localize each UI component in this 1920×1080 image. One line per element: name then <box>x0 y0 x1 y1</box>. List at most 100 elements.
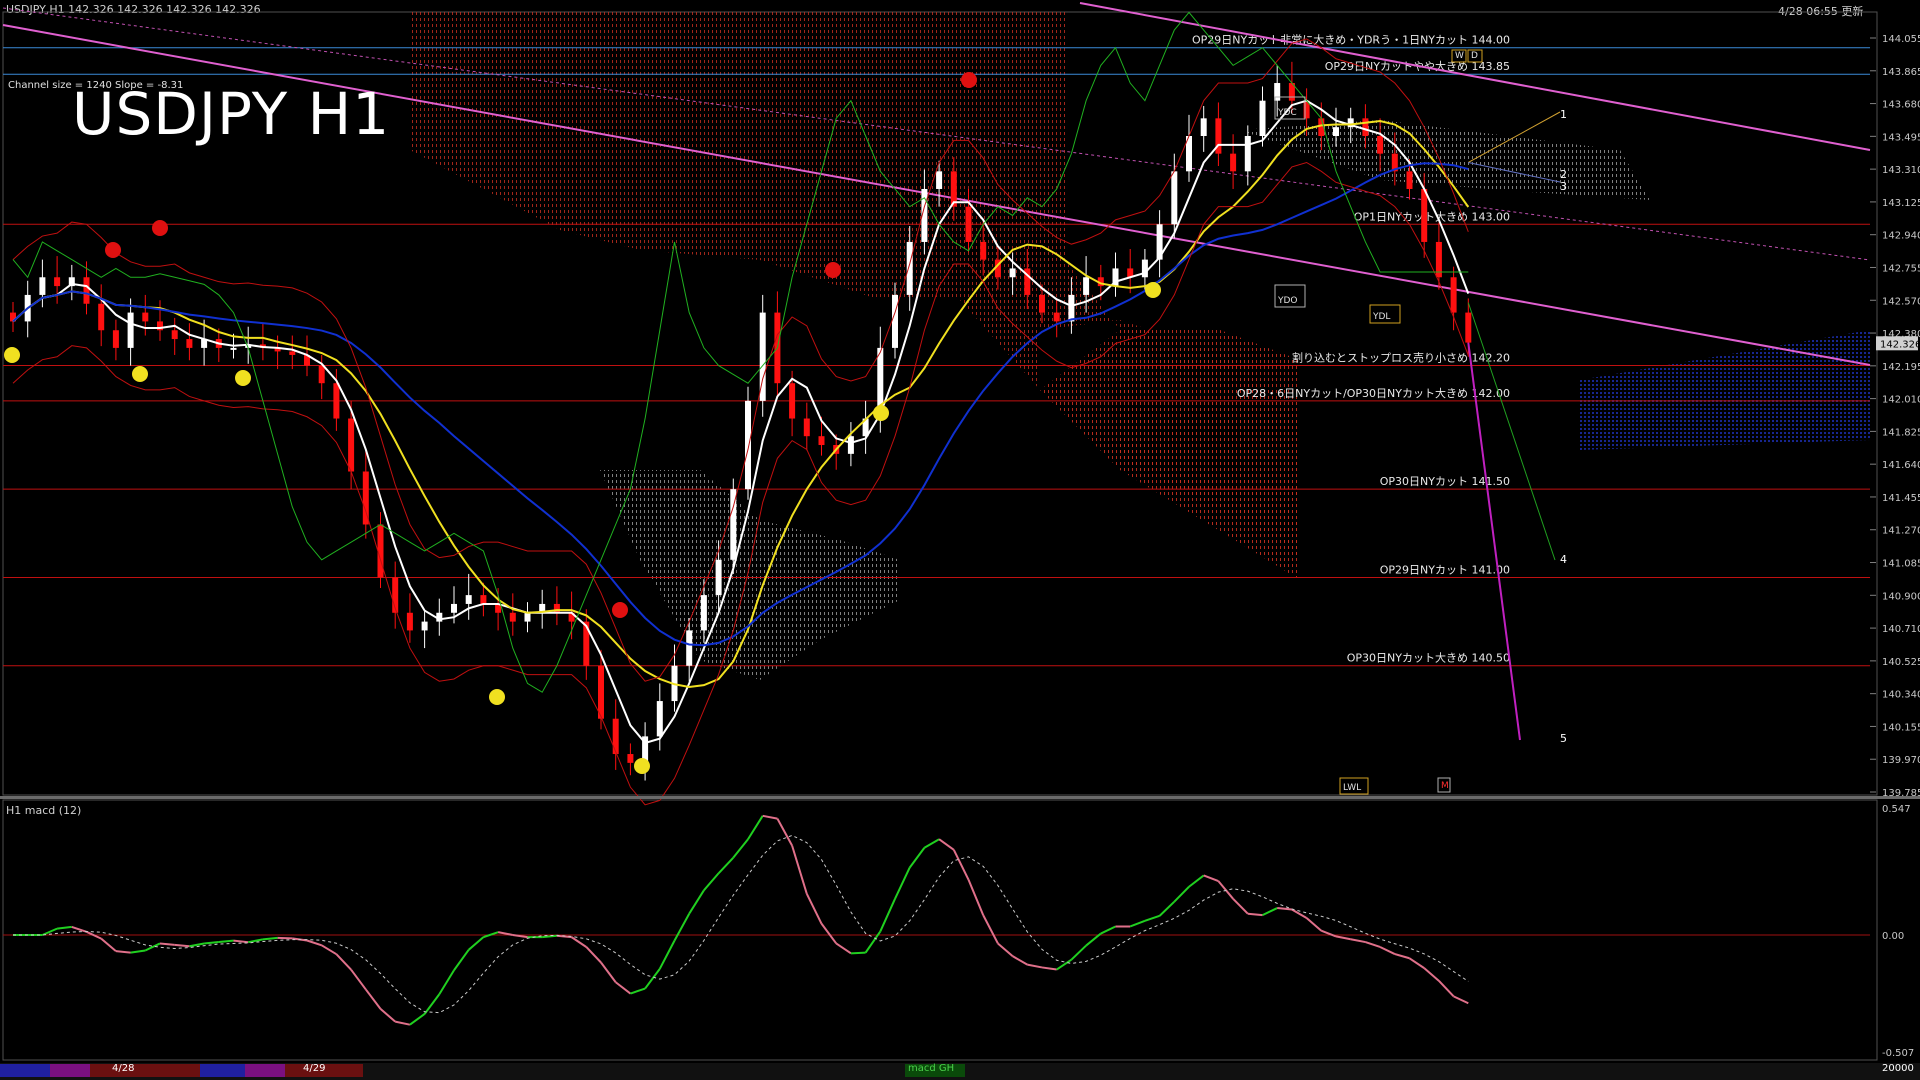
candle-body <box>1171 171 1178 225</box>
candle-body <box>847 436 854 454</box>
macd-line-segment <box>1012 955 1028 966</box>
period-segment[interactable] <box>0 1064 50 1077</box>
price-tick-label: 141.640 <box>1882 460 1920 471</box>
candle-body <box>230 347 237 350</box>
candle-body <box>1259 100 1266 137</box>
candle-body <box>465 595 472 604</box>
price-tick-label: 139.970 <box>1882 755 1920 766</box>
macd-line-segment <box>233 939 249 944</box>
current-price-label: 142.326 <box>1880 339 1920 350</box>
candle-body <box>112 330 119 348</box>
candle-body <box>818 436 825 446</box>
macd-line-segment <box>71 925 87 933</box>
period-segment[interactable] <box>335 1064 363 1077</box>
macd-line-segment <box>1350 938 1366 944</box>
macd-line-segment <box>1277 907 1292 911</box>
macd-line-segment <box>350 969 367 991</box>
macd-line-segment <box>776 818 793 847</box>
candle-body <box>553 603 560 613</box>
macd-line-segment <box>542 934 557 939</box>
macd-line-segment <box>1262 907 1278 917</box>
macd-line-segment <box>1438 980 1455 998</box>
macd-line-segment <box>732 838 749 859</box>
buy-signal-marker <box>4 347 20 363</box>
bottom-right-value: 20000 <box>1882 1063 1914 1074</box>
price-tick-label: 143.125 <box>1882 198 1920 209</box>
macd-line-segment <box>306 939 323 947</box>
period-segment[interactable] <box>140 1064 200 1077</box>
macd-line-segment <box>204 941 219 945</box>
sell-signal-marker <box>825 262 841 278</box>
period-segment[interactable] <box>245 1064 285 1077</box>
macd-line-segment <box>997 942 1014 957</box>
macd-line-segment <box>335 953 352 971</box>
price-tick-label: 142.755 <box>1882 263 1920 274</box>
price-tick-label: 142.570 <box>1882 296 1920 307</box>
ichimoku-cloud-red <box>1040 330 1300 580</box>
macd-line-segment <box>923 838 940 849</box>
macd-line-segment <box>908 847 926 869</box>
macd-line-segment <box>1247 912 1263 917</box>
macd-line-segment <box>571 936 587 948</box>
candle-body <box>745 400 751 490</box>
macd-line-segment <box>1158 900 1175 917</box>
macd-line-segment <box>967 879 985 916</box>
candle-body <box>906 241 913 295</box>
candle-body <box>803 418 810 437</box>
candle-body <box>83 277 90 304</box>
macd-signal-line <box>13 834 1469 1014</box>
candle-body <box>965 206 972 242</box>
candle-body <box>1406 171 1413 189</box>
period-segment[interactable] <box>50 1064 90 1077</box>
macd-line-segment <box>1379 946 1396 955</box>
macd-line-segment <box>658 940 676 970</box>
wave-label: 4 <box>1560 553 1567 566</box>
level-box-label: LWL <box>1343 783 1361 793</box>
date-label: 4/29 <box>303 1063 326 1074</box>
candle-body <box>524 612 531 622</box>
macd-line-segment <box>1070 944 1087 961</box>
sell-signal-marker <box>105 242 121 258</box>
macd-line-segment <box>894 867 911 900</box>
candle-body <box>1053 312 1060 322</box>
macd-line-segment <box>1027 963 1043 969</box>
macd-line-segment <box>1232 898 1249 915</box>
candle-body <box>1200 118 1207 137</box>
macd-line-segment <box>365 988 382 1010</box>
buy-signal-marker <box>1145 282 1161 298</box>
macd-line-segment <box>820 923 838 945</box>
macd-line-segment <box>615 981 632 995</box>
candle-body <box>127 312 134 348</box>
candle-body <box>1083 277 1090 295</box>
candle-body <box>406 612 413 631</box>
macd-line-segment <box>747 815 764 840</box>
price-tick-label: 143.310 <box>1882 165 1920 176</box>
period-segment[interactable] <box>200 1064 245 1077</box>
price-tick-label: 141.085 <box>1882 559 1920 570</box>
macd-line-segment <box>409 1013 426 1026</box>
candle-body <box>186 339 193 348</box>
macd-axis-label: 0.547 <box>1882 804 1911 815</box>
macd-line-segment <box>423 993 441 1015</box>
price-tick-label: 141.270 <box>1882 526 1920 537</box>
candle-body <box>686 630 693 666</box>
macd-line-segment <box>189 942 205 948</box>
price-tick-label: 141.825 <box>1882 427 1920 438</box>
sell-signal-marker <box>152 220 168 236</box>
candle-body <box>377 524 384 578</box>
level-box-label: YDO <box>1277 296 1298 306</box>
sell-signal-marker <box>612 602 628 618</box>
macd-line-segment <box>248 938 264 944</box>
price-tick-label: 140.900 <box>1882 591 1920 602</box>
pane-separator[interactable] <box>0 796 1920 799</box>
candle-body <box>1039 294 1045 313</box>
price-level-label: OP29日NYカット非常に大きめ・YDRう・1日NYカット 144.00 <box>1192 33 1510 47</box>
candle-body <box>480 595 487 604</box>
macd-tab-label: macd GH <box>908 1063 955 1074</box>
candle-body <box>892 294 898 348</box>
macd-line-segment <box>1320 929 1337 938</box>
price-tick-label: 140.340 <box>1882 690 1920 701</box>
price-chart[interactable]: 144.055 143.865 143.680 143.495 143.310 143.1… <box>0 0 1920 1080</box>
candle-body <box>1421 188 1428 242</box>
price-level-label: OP29日NYカット 141.00 <box>1380 563 1510 576</box>
